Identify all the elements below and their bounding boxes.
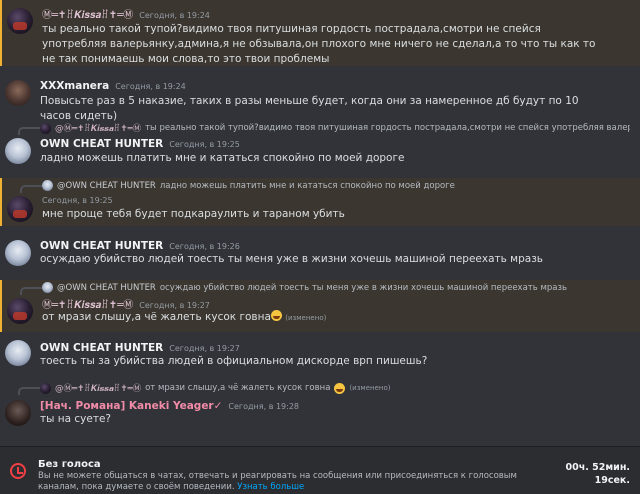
reply-spine [20,185,44,193]
timestamp: Сегодня, в 19:24 [139,11,210,20]
reply-author[interactable]: @Ⓜ═✝ꍬ𝑲𝒊𝒔𝒔𝒂ꍬ✝═Ⓜ [55,382,141,394]
author-name[interactable]: OWN CHEAT HUNTER [40,342,163,354]
timestamp: Сегодня, в 19:25 [169,140,240,149]
author-name[interactable]: OWN CHEAT HUNTER [40,138,163,150]
reply-text[interactable]: осуждаю убийство людей тоесть ты меня уж… [160,283,567,293]
message-text: ладно можешь платить мне и кататься спок… [40,152,405,164]
reply-spine [20,287,44,295]
message-text: тоесть ты за убийства людей в официально… [40,355,428,367]
learn-more-link[interactable]: Узнать больше [237,482,304,492]
edited-label: (изменено) [285,314,327,322]
reply-avatar [40,382,51,394]
timestamp: Сегодня, в 19:26 [169,242,240,251]
avatar[interactable] [5,240,31,266]
avatar[interactable] [5,400,31,426]
author-name[interactable]: XXXmanera [40,80,109,92]
reply-preview[interactable]: @OWN CHEAT HUNTER ладно можешь платить м… [42,180,630,191]
message-kissa-2[interactable]: @OWN CHEAT HUNTER ладно можешь платить м… [0,178,640,226]
message-text: осуждаю убийство людей тоесть ты меня уж… [40,253,543,265]
reply-author[interactable]: @OWN CHEAT HUNTER [57,181,156,191]
reply-spine [18,387,42,395]
timestamp: Сегодня, в 19:27 [139,301,210,310]
message-kissa-3[interactable]: @OWN CHEAT HUNTER осуждаю убийство людей… [0,280,640,332]
message-xxxmanera[interactable]: XXXmanera Сегодня, в 19:24 Повысьте раз … [0,72,640,122]
reply-spine [18,127,42,135]
author-name[interactable]: OWN CHEAT HUNTER [40,240,163,252]
reply-preview[interactable]: @OWN CHEAT HUNTER осуждаю убийство людей… [42,282,630,293]
timeout-description: Вы не можете общаться в чатах, отвечать … [38,471,558,493]
avatar[interactable] [5,80,31,106]
reply-avatar [42,282,53,293]
author-name[interactable]: [Нач. Романа] Kaneki Yeager✓ [40,400,222,412]
timestamp: Сегодня, в 19:24 [115,82,186,91]
author-name[interactable]: Ⓜ═✝ꍬ𝑲𝒊𝒔𝒔𝒂ꍬ✝═Ⓜ [42,6,133,21]
laughing-emoji-icon [334,382,346,394]
reply-preview[interactable]: @Ⓜ═✝ꍬ𝑲𝒊𝒔𝒔𝒂ꍬ✝═Ⓜ от мрази слышу,а чё жалет… [40,382,630,394]
message-kaneki[interactable]: @Ⓜ═✝ꍬ𝑲𝒊𝒔𝒔𝒂ꍬ✝═Ⓜ от мрази слышу,а чё жалет… [0,380,640,442]
message-text: ты реально такой тупой?видимо твоя питуш… [42,23,596,65]
message-text: от мрази слышу,а чё жалеть кусок говна (… [42,310,600,326]
avatar[interactable] [7,196,33,222]
reply-preview[interactable]: @Ⓜ═✝ꍬ𝑲𝒊𝒔𝒔𝒂ꍬ✝═Ⓜ ты реально такой тупой?ви… [40,122,630,134]
author-name[interactable]: Ⓜ═✝ꍬ𝑲𝒊𝒔𝒔𝒂ꍬ✝═Ⓜ [42,296,133,311]
reply-text[interactable]: ты реально такой тупой?видимо твоя питуш… [145,123,630,133]
message-own-2[interactable]: OWN CHEAT HUNTER Сегодня, в 19:26 осужда… [0,234,640,280]
timeout-countdown-line1: 00ч. 52мин. [565,462,630,473]
reply-text[interactable]: от мрази слышу,а чё жалеть кусок говна [145,383,330,393]
timestamp: Сегодня, в 19:25 [42,196,113,205]
reply-edited-label: (изменено) [349,384,391,392]
reply-text[interactable]: ладно можешь платить мне и кататься спок… [160,181,455,191]
avatar[interactable] [5,138,31,164]
reply-avatar [42,180,53,191]
avatar[interactable] [5,340,31,366]
timeout-notice-bar: Без голоса Вы не можете общаться в чатах… [0,446,640,494]
timeout-countdown: 00ч. 52мин. 19сек. [566,461,630,487]
reply-author[interactable]: @OWN CHEAT HUNTER [57,283,156,293]
reply-avatar [40,122,51,134]
message-own-1[interactable]: @Ⓜ═✝ꍬ𝑲𝒊𝒔𝒔𝒂ꍬ✝═Ⓜ ты реально такой тупой?ви… [0,120,640,178]
timestamp: Сегодня, в 19:27 [169,344,240,353]
laughing-emoji-icon [270,310,282,321]
avatar[interactable] [7,298,33,324]
timeout-clock-icon [10,463,26,479]
avatar[interactable] [7,8,33,34]
message-body: от мрази слышу,а чё жалеть кусок говна [42,311,271,323]
timestamp: Сегодня, в 19:28 [228,402,299,411]
timeout-title: Без голоса [38,459,101,470]
message-kissa-1[interactable]: Ⓜ═✝ꍬ𝑲𝒊𝒔𝒔𝒂ꍬ✝═Ⓜ Сегодня, в 19:24 ты реальн… [0,0,640,66]
message-own-3[interactable]: OWN CHEAT HUNTER Сегодня, в 19:27 тоесть… [0,336,640,382]
timeout-countdown-line2: 19сек. [594,475,630,486]
reply-author[interactable]: @Ⓜ═✝ꍬ𝑲𝒊𝒔𝒔𝒂ꍬ✝═Ⓜ [55,122,141,134]
message-text: мне проще тебя будет подкараулить и тара… [42,208,345,220]
message-text: ты на суете? [40,413,111,425]
